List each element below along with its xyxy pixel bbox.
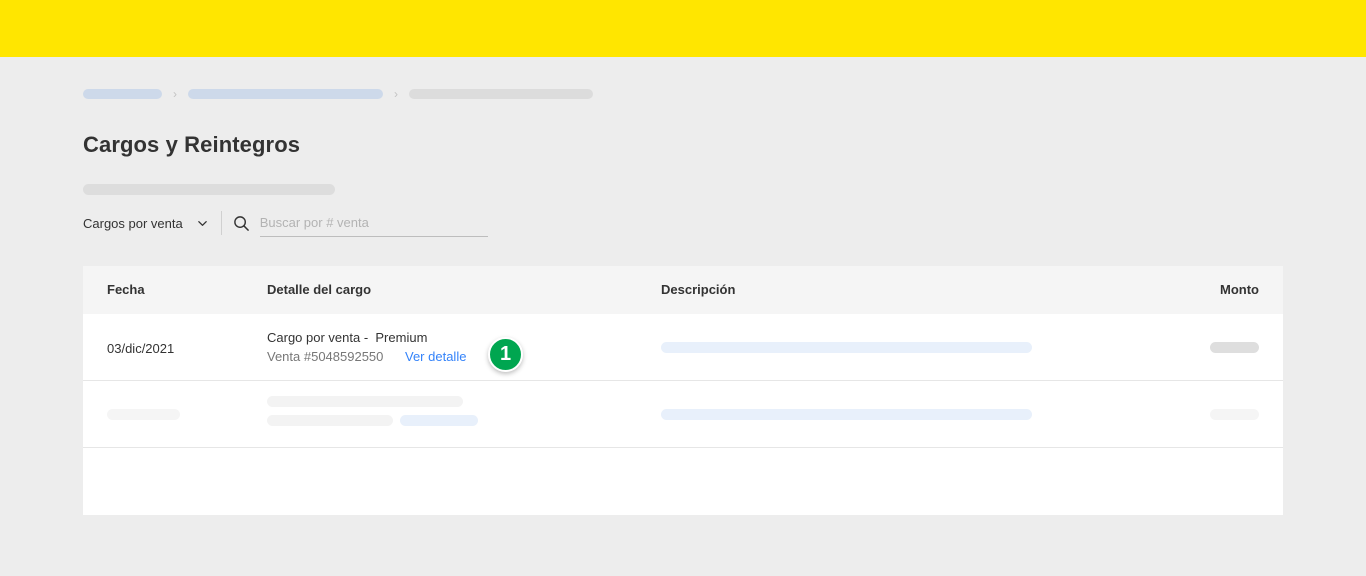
breadcrumb-item-placeholder[interactable] (83, 89, 162, 99)
row-date: 03/dic/2021 (107, 341, 175, 356)
divider (220, 211, 222, 235)
column-header-date: Fecha (107, 282, 145, 297)
subtitle-placeholder (83, 184, 335, 195)
breadcrumb: › › (83, 87, 593, 101)
amount-placeholder (1210, 342, 1259, 353)
table-header: Fecha Detalle del cargo Descripción Mont… (83, 266, 1283, 314)
charges-table: Fecha Detalle del cargo Descripción Mont… (83, 266, 1283, 515)
search-input[interactable] (259, 209, 488, 237)
description-placeholder (661, 342, 1032, 353)
column-header-amount: Monto (1220, 282, 1259, 297)
table-row-placeholder (83, 381, 1283, 448)
column-header-description: Descripción (661, 282, 736, 297)
breadcrumb-item-placeholder[interactable] (188, 89, 383, 99)
charge-type-dropdown[interactable]: Cargos por venta (83, 208, 208, 238)
chevron-down-icon (197, 220, 207, 226)
detail-sub-placeholder (267, 415, 393, 426)
detail-link-placeholder (400, 415, 478, 426)
breadcrumb-current-placeholder (409, 89, 593, 99)
row-sale-number: Venta #5048592550 (267, 349, 384, 364)
amount-placeholder (1210, 409, 1259, 420)
charge-type-dropdown-label: Cargos por venta (83, 215, 183, 231)
breadcrumb-separator: › (394, 87, 398, 101)
page-title: Cargos y Reintegros (83, 132, 301, 157)
filter-bar: Cargos por venta (83, 208, 488, 238)
date-placeholder (107, 409, 180, 420)
header-bar (0, 0, 1366, 57)
view-detail-link[interactable]: Ver detalle (405, 349, 466, 364)
column-header-detail: Detalle del cargo (267, 282, 372, 297)
description-placeholder (661, 409, 1032, 420)
row-charge-title: Cargo por venta - Premium (267, 330, 428, 345)
detail-title-placeholder (267, 396, 463, 407)
step-number-badge: 1 (488, 337, 523, 372)
table-row: 03/dic/2021 Cargo por venta - Premium Ve… (83, 314, 1283, 381)
breadcrumb-separator: › (173, 87, 177, 101)
search-icon (233, 215, 249, 231)
